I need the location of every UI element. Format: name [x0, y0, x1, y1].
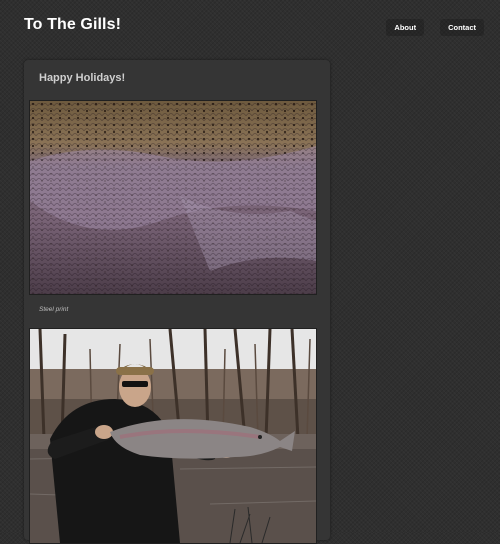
photo-caption: Steel print: [39, 306, 69, 313]
steel-print-photo[interactable]: [29, 100, 317, 295]
nav-about-link[interactable]: About: [386, 19, 425, 36]
blog-post: Happy Holidays! Steel print: [24, 60, 330, 544]
site-title-link[interactable]: To The Gills!: [24, 16, 121, 34]
angler-with-fish-image: [30, 329, 316, 543]
angler-photo[interactable]: [29, 328, 317, 544]
fish-scales-image: [30, 101, 316, 294]
post-title: Happy Holidays!: [39, 72, 126, 84]
nav-contact-link[interactable]: Contact: [440, 19, 484, 36]
site-header: To The Gills! About Contact: [0, 0, 500, 56]
main-nav: About Contact: [386, 19, 500, 36]
